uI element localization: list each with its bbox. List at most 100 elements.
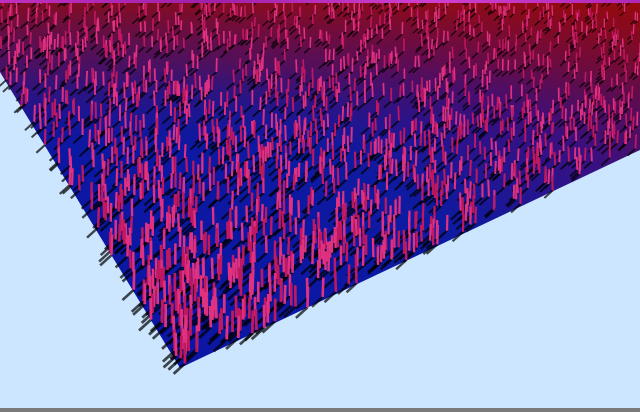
plant-stalk xyxy=(546,64,549,75)
plant-stalk xyxy=(253,16,256,27)
plant-stalk xyxy=(238,169,242,187)
plant-stalk xyxy=(354,265,358,284)
plant-stalk xyxy=(604,29,607,40)
plant-stalk xyxy=(180,20,183,31)
plant-stalk xyxy=(252,154,256,173)
plant-stalk xyxy=(498,39,501,49)
plant-stalk xyxy=(45,45,49,59)
plant-stalk xyxy=(524,33,527,43)
plant-stalk xyxy=(325,31,328,41)
plant-stalk xyxy=(67,64,70,80)
plant-stalk xyxy=(197,308,201,332)
plant-stalk xyxy=(331,145,335,160)
plant-stalk xyxy=(221,146,225,165)
plant-stalk xyxy=(179,335,183,359)
plant-stalk xyxy=(392,132,396,148)
plant-stalk xyxy=(575,10,578,20)
plant-stalk xyxy=(498,5,501,16)
status-bar xyxy=(0,408,640,412)
plant-stalk xyxy=(102,197,106,218)
plant-stalk xyxy=(203,2,206,15)
plant-stalk xyxy=(95,32,98,45)
plant-stalk xyxy=(236,315,241,338)
plant-stalk xyxy=(606,11,609,20)
plant-stalk xyxy=(329,158,332,175)
plant-stalk xyxy=(532,76,535,88)
plant-stalk xyxy=(208,305,213,328)
plant-stalk xyxy=(281,210,285,228)
plant-stalk xyxy=(468,56,471,69)
plant-stalk xyxy=(117,194,121,212)
plant-stalk xyxy=(259,96,262,111)
plant-stalk xyxy=(190,21,193,34)
plant-stalk xyxy=(260,56,264,72)
plant-stalk xyxy=(101,153,105,170)
plant-stalk xyxy=(491,3,494,12)
plant-stalk xyxy=(390,158,394,174)
plant-stalk xyxy=(445,184,448,200)
plant-stalk xyxy=(88,129,92,148)
plant-stalk xyxy=(117,42,120,56)
plant-stalk xyxy=(177,135,181,151)
plant-stalk xyxy=(464,82,467,97)
plant-stalk xyxy=(349,106,352,122)
plant-stalk xyxy=(84,36,87,48)
plant-stalk xyxy=(292,174,296,191)
plant-stalk xyxy=(584,147,587,161)
plant-stalk xyxy=(379,245,383,263)
plant-stalk xyxy=(228,36,232,48)
plant-stalk xyxy=(174,332,178,357)
plant-stalk xyxy=(333,271,338,292)
plant-stalk xyxy=(126,234,130,257)
plant-stalk xyxy=(440,132,444,148)
plant-stalk xyxy=(446,175,450,192)
plant-stalk xyxy=(270,26,273,37)
plant-stalk xyxy=(130,131,133,146)
plant-stalk xyxy=(487,52,490,65)
plant-stalk xyxy=(269,216,273,236)
plant-stalk xyxy=(229,221,233,240)
3d-viewport[interactable] xyxy=(0,0,640,408)
plant-stalk xyxy=(417,55,421,68)
plant-stalk xyxy=(65,89,69,105)
plant-stalk xyxy=(371,82,374,98)
plant-stalk xyxy=(157,179,161,199)
plant-stalk xyxy=(413,133,417,147)
plant-stalk xyxy=(298,25,301,35)
plant-stalk xyxy=(359,9,362,19)
plant-stalk xyxy=(230,126,233,141)
plant-stalk xyxy=(591,101,594,116)
plant-stalk xyxy=(389,52,393,64)
plant-stalk xyxy=(540,73,543,84)
plant-stalk xyxy=(257,195,260,213)
plant-stalk xyxy=(214,297,218,319)
plant-stalk xyxy=(225,315,229,340)
plant-stalk xyxy=(237,267,241,290)
plant-stalk xyxy=(575,31,578,44)
plant-stalk xyxy=(228,119,231,137)
plant-stalk xyxy=(441,144,445,162)
plant-stalk xyxy=(357,21,360,32)
plant-stalk xyxy=(291,253,295,273)
plant-stalk xyxy=(442,30,445,43)
plant-stalk xyxy=(458,113,462,128)
plant-stalk xyxy=(361,245,365,266)
plant-stalk xyxy=(539,11,542,21)
plant-stalk xyxy=(595,3,598,14)
plant-stalk xyxy=(547,169,551,185)
plant-stalk xyxy=(321,277,325,297)
plant-stalk xyxy=(549,58,552,68)
plant-stalk xyxy=(540,121,543,134)
plant-stalk xyxy=(0,8,3,23)
plant-stalk xyxy=(414,55,417,68)
plant-stalk xyxy=(458,192,462,211)
plant-stalk xyxy=(303,27,306,40)
plant-stalk xyxy=(302,119,306,136)
plant-stalk xyxy=(12,28,16,43)
plant-stalk xyxy=(374,184,377,204)
plant-stalk xyxy=(284,125,287,141)
plant-stalk xyxy=(276,264,280,285)
plant-stalk xyxy=(363,64,367,79)
plant-stalk xyxy=(600,47,603,59)
plant-stalk xyxy=(107,81,111,97)
